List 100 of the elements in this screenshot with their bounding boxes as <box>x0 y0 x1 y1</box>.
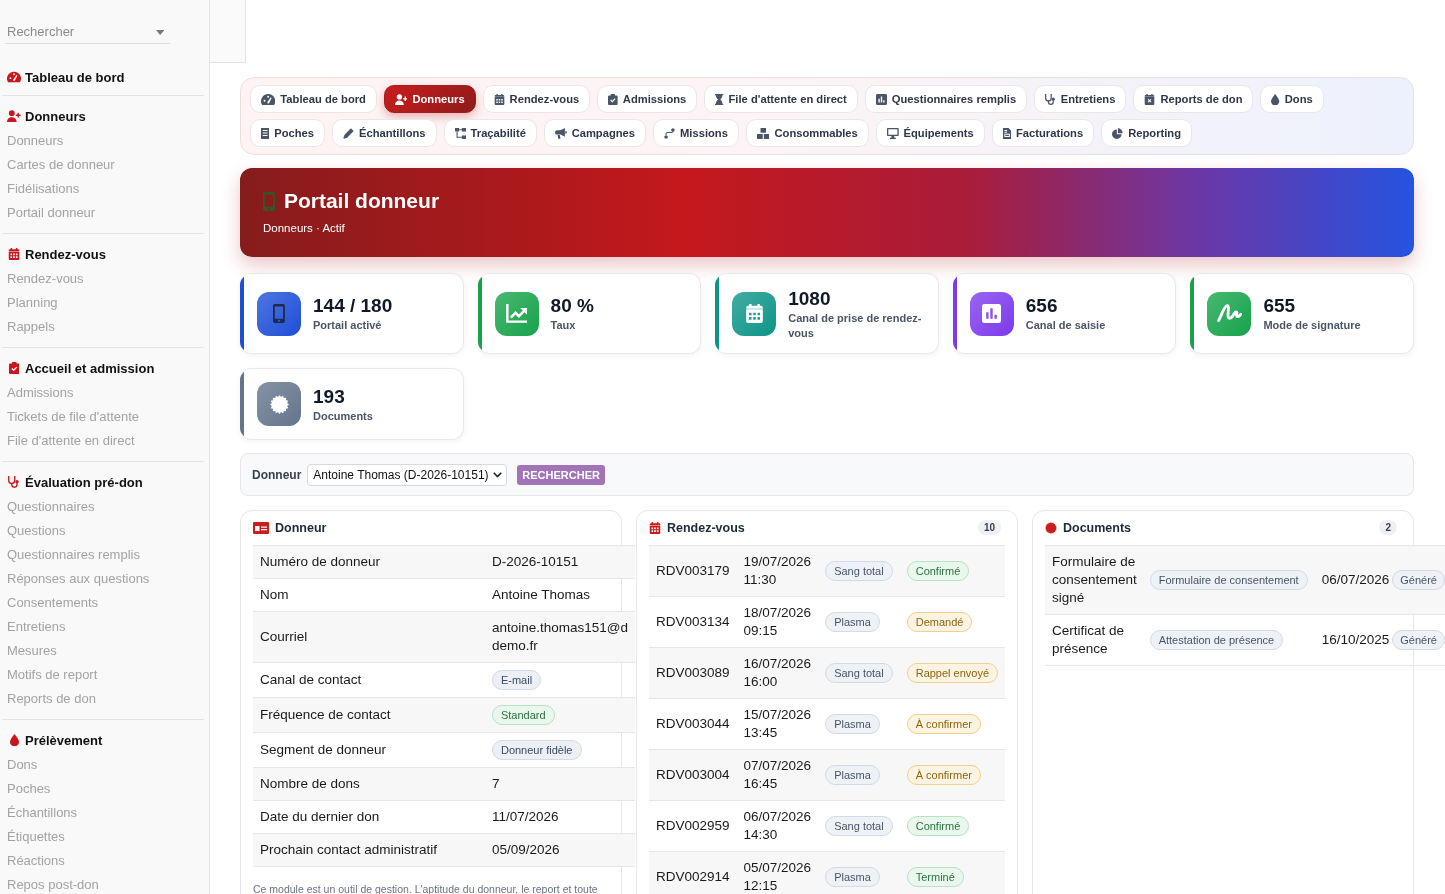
table-cell: 7 <box>484 767 635 801</box>
stat-label: Canal de prise de rendez-vous <box>788 311 923 340</box>
sidebar-item[interactable]: Cartes de donneur <box>2 153 204 177</box>
user-plus-icon <box>7 110 21 122</box>
route-icon <box>664 127 676 139</box>
sidebar-item[interactable]: Mesures <box>2 639 204 663</box>
status-badge: Généré <box>1392 630 1445 650</box>
bar-chart-icon <box>969 291 1014 336</box>
category-badge: Attestation de présence <box>1149 630 1284 650</box>
sidebar-item[interactable]: Rappels <box>2 315 204 339</box>
nav-tab[interactable]: Donneurs <box>383 85 476 113</box>
status-badge: Confirmé <box>906 561 970 581</box>
sidebar-item[interactable]: Réponses aux questions <box>2 567 204 591</box>
sidebar-item[interactable]: Entretiens <box>2 615 204 639</box>
sidebar-item[interactable]: Réactions <box>2 849 204 873</box>
nav-tab[interactable]: Facturations <box>991 119 1095 147</box>
nav-tab[interactable]: Échantillons <box>332 119 437 147</box>
table-cell: RDV003134 <box>649 596 737 648</box>
nav-tab[interactable]: Campagnes <box>543 119 647 147</box>
sidebar-item[interactable]: Consentements <box>2 591 204 615</box>
stat-label: Canal de saisie <box>1025 318 1106 333</box>
search-field[interactable]: Rechercher <box>5 20 170 44</box>
stethoscope-icon <box>8 476 20 488</box>
table-cell: 15/07/2026 13:45 <box>736 698 819 750</box>
table-cell: Date du dernier don <box>253 800 485 834</box>
nav-tab[interactable]: Reporting <box>1101 119 1192 147</box>
section-title: Prélèvement <box>25 732 103 748</box>
seal-icon <box>1045 521 1057 534</box>
sidebar-item[interactable]: Repos post-don <box>2 873 204 894</box>
table-cell: RDV003089 <box>649 647 737 699</box>
sidebar-item[interactable]: Admissions <box>2 381 204 405</box>
table-cell: RDV002914 <box>649 851 737 894</box>
nav-tab[interactable]: Entretiens <box>1034 85 1127 113</box>
page-subtitle: Donneurs · Actif <box>263 221 346 236</box>
sidebar-item[interactable]: Motifs de report <box>2 663 204 687</box>
table-cell: Courriel <box>253 611 485 663</box>
status-badge: À confirmer <box>906 765 981 785</box>
droplet-icon <box>1271 93 1280 105</box>
nav-tab[interactable]: Poches <box>250 119 326 147</box>
sidebar-item[interactable]: Reports de don <box>2 687 204 711</box>
type-badge: Sang total <box>825 816 893 836</box>
section-title: Tableau de bord <box>25 69 125 85</box>
nav-tab[interactable]: File d'attente en direct <box>704 85 858 113</box>
sidebar-item[interactable]: Dons <box>2 753 204 777</box>
sidebar-item[interactable]: Fidélisations <box>2 177 204 201</box>
phone-icon <box>257 291 301 336</box>
megaphone-icon <box>554 127 567 139</box>
calendar-icon <box>493 93 505 105</box>
invoice-icon <box>1002 127 1011 139</box>
sidebar-item[interactable]: Tickets de file d'attente <box>2 405 204 429</box>
status-badge: Rappel envoyé <box>906 663 999 683</box>
nav-tab[interactable]: Reports de don <box>1133 85 1254 113</box>
nav-tab[interactable]: Dons <box>1260 85 1324 113</box>
tag-badge: Standard <box>491 705 555 725</box>
clipboard-check-icon <box>608 93 618 105</box>
sidebar-item[interactable]: Poches <box>2 777 204 801</box>
monitor-icon <box>886 127 899 139</box>
sidebar-item[interactable]: Questionnaires <box>2 495 204 519</box>
hourglass-icon <box>715 93 724 105</box>
pen-icon <box>343 127 355 139</box>
status-badge: Confirmé <box>906 816 970 836</box>
nav-tab[interactable]: Tableau de bord <box>250 85 377 113</box>
sidebar-item[interactable]: Étiquettes <box>2 825 204 849</box>
gauge-icon <box>261 93 276 105</box>
sidebar-item[interactable]: Donneurs <box>2 129 204 153</box>
table-cell: 06/07/2026 14:30 <box>736 800 819 852</box>
sitemap-icon <box>454 127 466 139</box>
sidebar-item[interactable]: File d'attente en direct <box>2 429 204 453</box>
table-cell: Prochain contact administratif <box>253 833 485 867</box>
donor-select[interactable]: Antoine Thomas (D-2026-10151) <box>307 463 508 486</box>
sidebar-item[interactable]: Questions <box>2 519 204 543</box>
sidebar-item[interactable]: Rendez-vous <box>2 267 204 291</box>
status-badge: Terminé <box>906 867 964 887</box>
nav-tab[interactable]: Questionnaires remplis <box>864 85 1028 113</box>
nav-tab[interactable]: Consommables <box>745 119 869 147</box>
table-cell: antoine.thomas151@d demo.fr <box>484 611 635 663</box>
sidebar-item[interactable]: Planning <box>2 291 204 315</box>
gauge-icon <box>7 71 21 83</box>
sidebar-item[interactable]: Échantillons <box>2 801 204 825</box>
nav-tab[interactable]: Missions <box>653 119 739 147</box>
nav-tab[interactable]: Équipements <box>875 119 985 147</box>
sidebar-item[interactable]: Portail donneur <box>2 201 204 225</box>
status-badge: Généré <box>1392 570 1445 590</box>
calendar-icon <box>8 248 20 260</box>
type-badge: Plasma <box>825 714 880 734</box>
table-cell: 05/07/2026 12:15 <box>736 851 819 894</box>
nav-tab[interactable]: Traçabilité <box>443 119 537 147</box>
stat-value: 144 / 180 <box>313 294 393 319</box>
table-cell: Formulaire de consentement signé <box>1045 545 1145 615</box>
section-title: Donneurs <box>25 108 86 124</box>
table-cell: RDV002959 <box>649 800 737 852</box>
type-badge: Sang total <box>825 561 893 581</box>
nav-tab[interactable]: Rendez-vous <box>482 85 591 113</box>
nav-tab[interactable]: Admissions <box>597 85 698 113</box>
sidebar-item[interactable]: Questionnaires remplis <box>2 543 204 567</box>
table-cell: 07/07/2026 16:45 <box>736 749 819 801</box>
search-button[interactable]: RECHERCHER <box>517 464 605 485</box>
stat-value: 655 <box>1263 294 1297 319</box>
category-badge: Formulaire de consentement <box>1149 570 1308 590</box>
table-cell: 16/10/2025 <box>1314 614 1391 666</box>
